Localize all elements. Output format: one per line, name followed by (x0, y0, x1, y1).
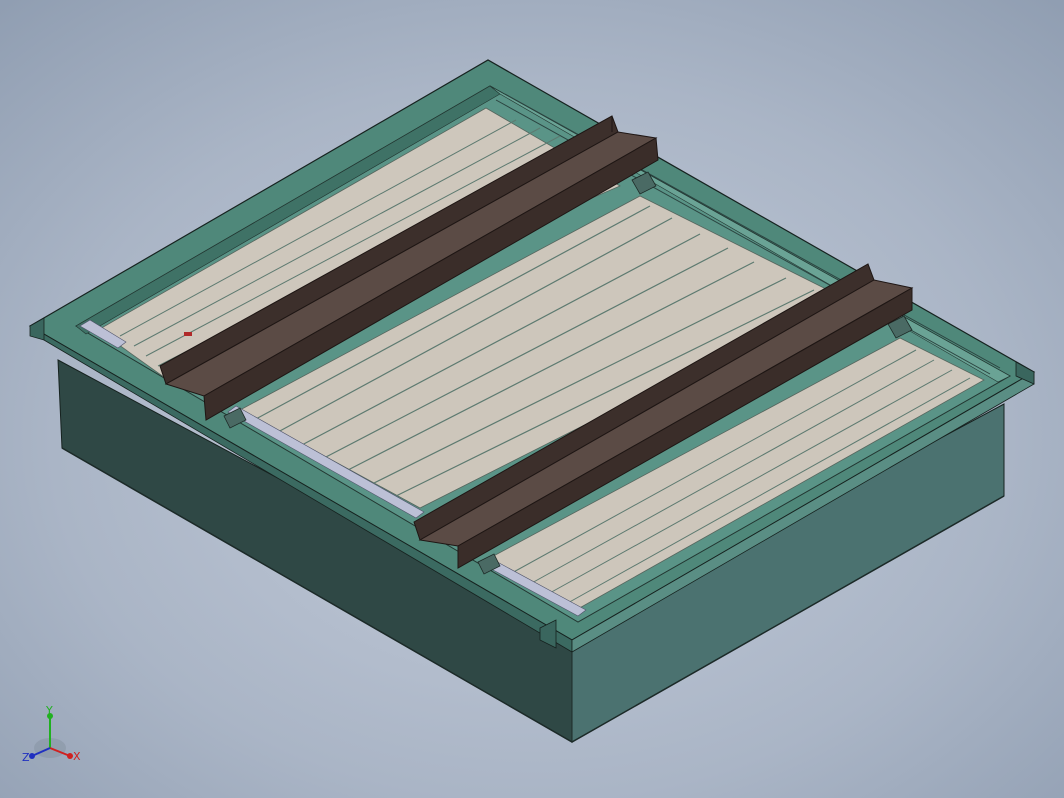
model-scene[interactable]: Y X Z (0, 0, 1064, 798)
red-marker (184, 332, 192, 336)
graphics-viewport[interactable]: Y X Z (0, 0, 1064, 798)
triad-y-label: Y (45, 704, 53, 717)
triad-x-label: X (73, 750, 81, 763)
triad-z-label: Z (22, 751, 30, 764)
triad-z-tip (29, 753, 35, 759)
